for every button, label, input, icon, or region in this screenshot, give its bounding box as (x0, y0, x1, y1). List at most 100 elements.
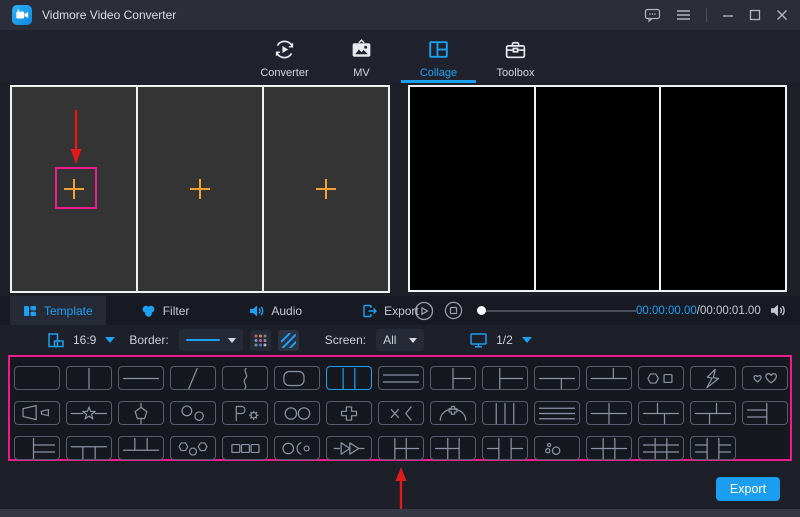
volume-icon[interactable] (770, 303, 787, 318)
maximize-button[interactable] (749, 9, 761, 21)
collage-toolbar: 16:9 Border: Screen: All 1/2 (0, 325, 800, 355)
tab-collage-label: Collage (419, 67, 458, 79)
template-hearts[interactable] (742, 366, 788, 390)
template-col-right-rows[interactable] (430, 366, 476, 390)
panel-tab-filter[interactable]: Filter (128, 296, 203, 325)
template-split-v3[interactable] (326, 366, 372, 390)
template-grid-2x3[interactable] (586, 436, 632, 460)
template-hex-square[interactable] (638, 366, 684, 390)
add-media-button-2[interactable] (188, 177, 212, 201)
template-row-bottom-3cols[interactable] (66, 436, 112, 460)
panel-tab-template[interactable]: Template (10, 296, 106, 325)
feedback-icon[interactable] (644, 7, 661, 23)
display-page-selector[interactable]: 1/2 (470, 332, 532, 348)
monitor-icon (470, 332, 487, 348)
mv-icon (349, 37, 374, 62)
template-grid-stagger-a[interactable] (638, 401, 684, 425)
editor-cell-2[interactable] (138, 87, 262, 291)
template-pentagon-line[interactable] (118, 401, 164, 425)
template-megaphone[interactable] (14, 401, 60, 425)
color-dots-icon (254, 334, 267, 346)
add-media-button-3[interactable] (314, 177, 338, 201)
template-grid-stagger-b[interactable] (690, 401, 736, 425)
filter-icon (142, 305, 155, 317)
screen-select[interactable]: All (376, 329, 425, 351)
template-split-h4[interactable] (534, 401, 580, 425)
template-icon (24, 305, 36, 316)
border-pattern-button[interactable] (277, 329, 299, 351)
template-curve-v[interactable] (222, 366, 268, 390)
template-split-h3[interactable] (378, 366, 424, 390)
template-three-squares[interactable] (222, 436, 268, 460)
template-col-grid-b[interactable] (430, 436, 476, 460)
tab-toolbox[interactable]: Toolbox (477, 30, 554, 83)
template-row-top-cols[interactable] (586, 366, 632, 390)
template-hex-circle-hex[interactable] (170, 436, 216, 460)
template-split-h2[interactable] (118, 366, 164, 390)
border-color-button[interactable] (249, 329, 271, 351)
screen-label: Screen: (324, 333, 367, 347)
aspect-ratio-selector[interactable]: 16:9 (48, 332, 116, 348)
export-button[interactable]: Export (716, 477, 780, 501)
template-circle-semi-dot[interactable] (274, 436, 320, 460)
total-time: /00:00:01.00 (696, 304, 761, 317)
preview-cell-2 (535, 87, 660, 290)
tab-converter[interactable]: Converter (246, 30, 323, 83)
panel-tab-audio[interactable]: Audio (236, 296, 315, 325)
menu-icon[interactable] (676, 9, 691, 21)
screen-caret-icon (409, 337, 418, 343)
aspect-caret-icon (105, 337, 116, 343)
template-circles-offset[interactable] (170, 401, 216, 425)
minimize-button[interactable] (722, 9, 734, 21)
template-row-2 (14, 401, 790, 425)
template-split-v4[interactable] (482, 401, 528, 425)
template-dots[interactable] (534, 436, 580, 460)
main-nav: Converter MV Collage Toolbox (0, 30, 800, 83)
tab-toolbox-label: Toolbox (496, 67, 535, 79)
preview-cell-1 (410, 87, 534, 290)
seek-slider[interactable] (477, 306, 636, 315)
window-title: Vidmore Video Converter (42, 8, 177, 22)
template-row-top-3cols[interactable] (118, 436, 164, 460)
template-arch-flower[interactable] (430, 401, 476, 425)
template-grid-3x3-frame[interactable] (690, 436, 736, 460)
template-col-grid-a[interactable] (378, 436, 424, 460)
template-left-rows-col[interactable] (742, 401, 788, 425)
template-col-narrow-rows[interactable] (482, 366, 528, 390)
template-cross-bracket[interactable] (378, 401, 424, 425)
collage-icon (426, 37, 451, 62)
titlebar-separator (706, 8, 707, 22)
template-diagonal[interactable] (170, 366, 216, 390)
panel-tab-audio-label: Audio (271, 303, 303, 318)
template-grid-2x2[interactable] (586, 401, 632, 425)
template-grid-3x3[interactable] (638, 436, 684, 460)
play-button[interactable] (414, 301, 434, 321)
preview-pane (408, 85, 787, 292)
tab-mv[interactable]: MV (323, 30, 400, 83)
template-rounded-inset[interactable] (274, 366, 320, 390)
template-zigzag[interactable] (690, 366, 736, 390)
export-icon (363, 304, 378, 317)
template-row-bottom-cols[interactable] (534, 366, 580, 390)
close-button[interactable] (776, 9, 788, 21)
template-fast-forward[interactable] (326, 436, 372, 460)
template-star-line[interactable] (66, 401, 112, 425)
stop-button[interactable] (444, 301, 464, 321)
template-gallery (10, 357, 790, 460)
template-col-grid-c[interactable] (482, 436, 528, 460)
converter-icon (272, 37, 297, 62)
annotation-arrow-up (395, 467, 407, 512)
playback-controls: 00:00:00.00/00:00:01.00 (400, 296, 800, 325)
audio-icon (250, 305, 264, 316)
aspect-ratio-icon (48, 332, 64, 347)
template-split-v2[interactable] (66, 366, 112, 390)
tab-collage[interactable]: Collage (400, 30, 477, 83)
template-single[interactable] (14, 366, 60, 390)
template-two-circles[interactable] (274, 401, 320, 425)
editor-cell-3[interactable] (264, 87, 388, 291)
border-style-select[interactable] (178, 329, 243, 351)
preview-cell-3 (661, 87, 786, 290)
template-puzzle[interactable] (326, 401, 372, 425)
template-flag-gear[interactable] (222, 401, 268, 425)
template-col-right-3rows[interactable] (14, 436, 60, 460)
